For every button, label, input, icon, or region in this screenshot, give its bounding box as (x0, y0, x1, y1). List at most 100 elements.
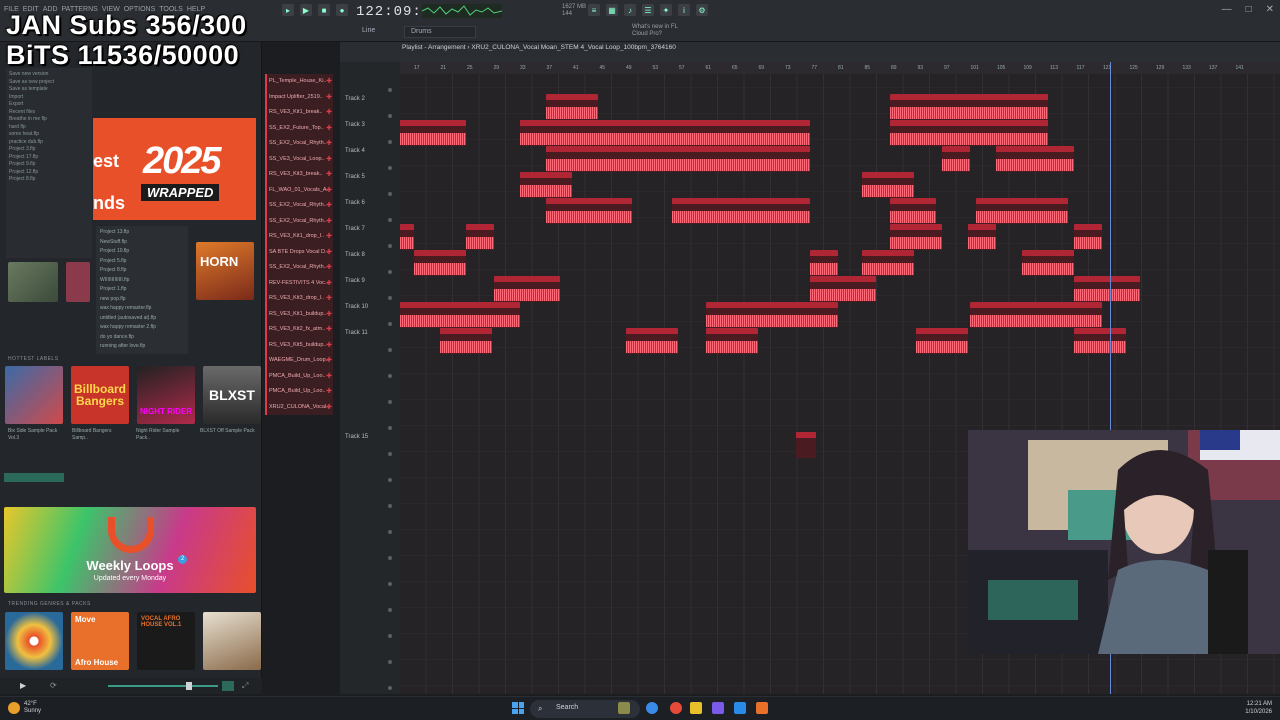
recent-item[interactable]: NewStuff.flp (100, 238, 184, 248)
recent-item[interactable]: Project 1.flp (100, 285, 184, 295)
menu-item[interactable]: Breathe in me flp (9, 116, 89, 124)
track-mute-dot[interactable] (388, 270, 392, 274)
channel-rack-icon[interactable]: ▦ (606, 4, 618, 16)
track-label[interactable]: Track 11 (345, 330, 368, 336)
track-label[interactable]: Track 6 (345, 200, 365, 206)
playlist-clip[interactable] (862, 250, 914, 276)
track-mute-dot[interactable] (388, 88, 392, 92)
track-mute-dot[interactable] (388, 504, 392, 508)
menu-item[interactable]: Project 3.flp (9, 146, 89, 154)
clip-source-item[interactable]: PMCA_Build_Up_Loo.. (265, 384, 333, 400)
playlist-clip[interactable] (810, 276, 876, 302)
track-label[interactable]: Track 10 (345, 304, 368, 310)
clip-source-item[interactable]: SS_EX2_Vocal_Rhyth.. (265, 260, 333, 276)
piano-roll-icon[interactable]: ♪ (624, 4, 636, 16)
track-label[interactable]: Track 8 (345, 252, 365, 258)
playlist-clip[interactable] (890, 224, 942, 250)
clip-source-item[interactable]: Impact Uplifter_2519.. (265, 89, 333, 105)
menu-item[interactable]: Save new version (9, 71, 89, 79)
app-icon[interactable] (734, 702, 746, 714)
playlist-clip[interactable] (890, 120, 1048, 146)
wave-icon[interactable] (222, 681, 234, 691)
playlist-clip[interactable] (796, 432, 816, 458)
clip-source-item[interactable]: PMCA_Build_Up_Loo.. (265, 368, 333, 384)
pattern-song-toggle[interactable]: ▸ (282, 4, 294, 16)
loop-icon[interactable]: ⟳ (50, 681, 57, 690)
chrome-icon[interactable] (670, 702, 682, 714)
browser-icon[interactable]: ☰ (642, 4, 654, 16)
track-label[interactable]: Track 2 (345, 96, 365, 102)
menu-item[interactable]: Project 9.flp (9, 161, 89, 169)
clip-source-item[interactable]: PL_Temple_House_Ki.. (265, 74, 333, 90)
track-label[interactable]: Track 4 (345, 148, 365, 154)
playlist-clip[interactable] (890, 94, 1048, 120)
play-icon[interactable]: ▶ (20, 681, 26, 690)
edge-icon[interactable] (646, 702, 658, 714)
settings-icon[interactable]: ⚙ (696, 4, 708, 16)
playlist-clip[interactable] (968, 224, 996, 250)
track-label[interactable]: Track 5 (345, 174, 365, 180)
track-label[interactable]: Track 3 (345, 122, 365, 128)
wrapped-banner[interactable]: est nds 2025 WRAPPED (93, 118, 256, 220)
clip-source-item[interactable]: XRU2_CULONA_Vocal.. (265, 399, 333, 415)
playlist-clip[interactable] (706, 302, 838, 328)
playlist-clip[interactable] (546, 94, 598, 120)
plugin-icon[interactable]: ✦ (660, 4, 672, 16)
playlist-clip[interactable] (414, 250, 466, 276)
label-thumb[interactable]: BLXST (203, 366, 261, 424)
pack-thumb[interactable] (8, 262, 58, 302)
mixer-icon[interactable]: ≡ (588, 4, 600, 16)
playlist-clip[interactable] (890, 198, 936, 224)
track-mute-dot[interactable] (388, 400, 392, 404)
pattern-selector[interactable]: Drums (404, 26, 476, 38)
playlist-clip[interactable] (400, 120, 466, 146)
clip-source-item[interactable]: RS_VE3_Kit3_drop_l.. (265, 291, 333, 307)
track-mute-dot[interactable] (388, 322, 392, 326)
menu-item[interactable]: Export (9, 101, 89, 109)
track-label[interactable]: Track 15 (345, 434, 368, 440)
playlist-clip[interactable] (520, 172, 572, 198)
playlist-clip[interactable] (546, 146, 810, 172)
track-mute-dot[interactable] (388, 452, 392, 456)
snap-selector[interactable]: Line (362, 27, 375, 34)
playlist-clip[interactable] (942, 146, 970, 172)
track-mute-dot[interactable] (388, 426, 392, 430)
track-mute-dot[interactable] (388, 348, 392, 352)
track-mute-dot[interactable] (388, 296, 392, 300)
clip-source-item[interactable]: RS_VE3_Kit1_buildup.. (265, 306, 333, 322)
clip-source-item[interactable]: SS_EX2_Vocal_Rhyth.. (265, 198, 333, 214)
playlist-clip[interactable] (494, 276, 560, 302)
recent-item[interactable]: wax happy remaster 2.flp (100, 323, 184, 333)
recent-item[interactable]: Project 10.flp (100, 247, 184, 257)
clip-source-item[interactable]: RS_VE3_Kit5_buildup.. (265, 337, 333, 353)
track-mute-dot[interactable] (388, 166, 392, 170)
menu-item[interactable]: some heat.flp (9, 131, 89, 139)
playlist-clip[interactable] (970, 302, 1102, 328)
playlist-clip[interactable] (706, 328, 758, 354)
app-icon[interactable] (712, 702, 724, 714)
track-mute-dot[interactable] (388, 660, 392, 664)
clip-source-item[interactable]: RS_VE3_Kit3_break.. (265, 167, 333, 183)
playlist-clip[interactable] (672, 198, 810, 224)
maximize-icon[interactable]: □ (1246, 4, 1252, 15)
info-icon[interactable]: i (678, 4, 690, 16)
menu-item[interactable]: Project 12.flp (9, 169, 89, 177)
menu-item[interactable]: Import (9, 94, 89, 102)
trending-thumb[interactable]: Move Afro House (71, 612, 129, 670)
track-mute-dot[interactable] (388, 634, 392, 638)
playlist-clip[interactable] (400, 302, 520, 328)
preview-seek-knob[interactable] (186, 682, 192, 690)
menu-item[interactable]: hard flp (9, 124, 89, 132)
pack-thumb[interactable] (66, 262, 90, 302)
close-icon[interactable]: ✕ (1266, 4, 1274, 15)
track-mute-dot[interactable] (388, 582, 392, 586)
clip-source-item[interactable]: REV-FESTIVITS 4 Voc.. (265, 275, 333, 291)
record-button[interactable]: ● (336, 4, 348, 16)
playlist-clip[interactable] (440, 328, 492, 354)
start-button[interactable] (512, 702, 524, 714)
playlist-clip[interactable] (976, 198, 1068, 224)
play-button[interactable]: ▶ (300, 4, 312, 16)
playlist-clip[interactable] (1074, 276, 1140, 302)
clip-source-item[interactable]: SA BTE Drops Vocal D.. (265, 244, 333, 260)
clip-source-item[interactable]: SS_EX2_Vocal_Rhyth.. (265, 213, 333, 229)
